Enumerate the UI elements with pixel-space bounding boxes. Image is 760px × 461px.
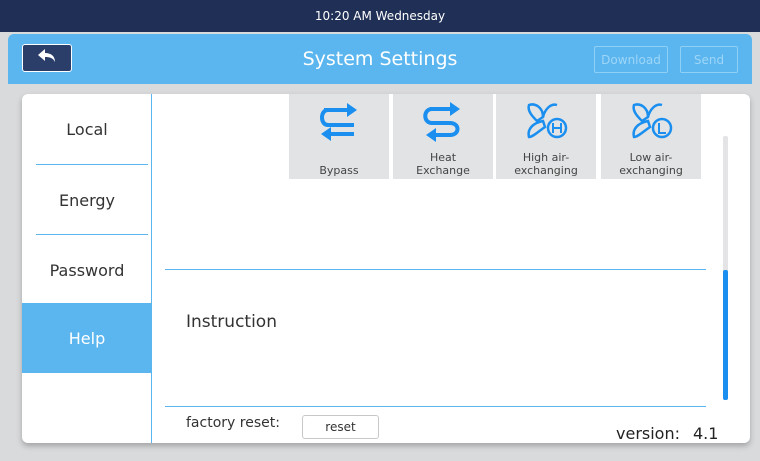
sidebar: Local Energy Password Help: [22, 94, 152, 443]
status-time: 10:20 AM Wednesday: [314, 9, 446, 23]
help-content: Bypass Heat Exchange High air- exchangin…: [153, 94, 750, 443]
mode-card-high-air[interactable]: High air- exchanging: [496, 94, 596, 179]
download-button[interactable]: Download: [594, 46, 668, 73]
section-divider: [165, 269, 706, 270]
settings-panel: Local Energy Password Help Bypass Heat E…: [22, 94, 750, 443]
sidebar-item-label: Energy: [58, 190, 115, 210]
mode-label: Heat Exchange: [416, 151, 470, 177]
section-divider: [165, 406, 706, 407]
mode-card-bypass[interactable]: Bypass: [289, 94, 389, 179]
scrollbar[interactable]: [723, 136, 728, 400]
sidebar-item-label: Local: [66, 119, 108, 139]
mode-label: High air- exchanging: [514, 151, 578, 177]
reset-button[interactable]: reset: [302, 415, 379, 439]
version-value: 4.1: [693, 424, 719, 443]
sidebar-item-energy[interactable]: Energy: [22, 165, 152, 235]
sidebar-item-label: Password: [49, 260, 125, 280]
factory-reset-label: factory reset:: [186, 415, 280, 431]
scrollbar-thumb[interactable]: [723, 270, 728, 400]
mode-card-heat-exchange[interactable]: Heat Exchange: [393, 94, 493, 179]
sidebar-item-help[interactable]: Help: [22, 303, 152, 373]
mode-card-low-air[interactable]: Low air- exchanging: [601, 94, 701, 179]
status-bar: 10:20 AM Wednesday: [0, 0, 760, 32]
back-button[interactable]: [22, 44, 72, 72]
send-button[interactable]: Send: [680, 46, 738, 73]
sidebar-item-label: Help: [68, 328, 106, 348]
header-bar: System Settings Download Send: [8, 34, 752, 84]
version-label: version:: [616, 424, 680, 443]
sidebar-item-local[interactable]: Local: [22, 94, 152, 164]
instruction-heading: Instruction: [186, 312, 277, 332]
back-arrow-icon: [36, 48, 58, 68]
mode-label: Bypass: [319, 164, 359, 177]
sidebar-item-password[interactable]: Password: [22, 235, 152, 305]
mode-label: Low air- exchanging: [619, 151, 683, 177]
